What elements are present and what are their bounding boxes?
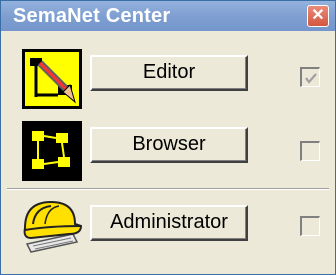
semanet-center-window: SemaNet Center ✕ Editor Browser Administ…	[0, 0, 336, 275]
editor-button[interactable]: Editor	[90, 55, 248, 91]
close-icon: ✕	[311, 7, 325, 24]
row-divider	[7, 188, 329, 190]
flowchart-icon	[22, 121, 82, 181]
diagram-pencil-icon	[22, 49, 82, 109]
close-button[interactable]: ✕	[307, 5, 329, 27]
title-bar[interactable]: SemaNet Center ✕	[1, 1, 335, 31]
checkmark-icon	[305, 73, 317, 84]
administrator-checkbox[interactable]	[300, 216, 320, 236]
window-title: SemaNet Center	[13, 5, 171, 27]
editor-checkbox[interactable]	[300, 67, 320, 87]
browser-checkbox[interactable]	[300, 141, 320, 161]
administrator-button[interactable]: Administrator	[90, 205, 248, 241]
browser-button[interactable]: Browser	[90, 127, 248, 163]
hardhat-icon	[19, 194, 85, 254]
